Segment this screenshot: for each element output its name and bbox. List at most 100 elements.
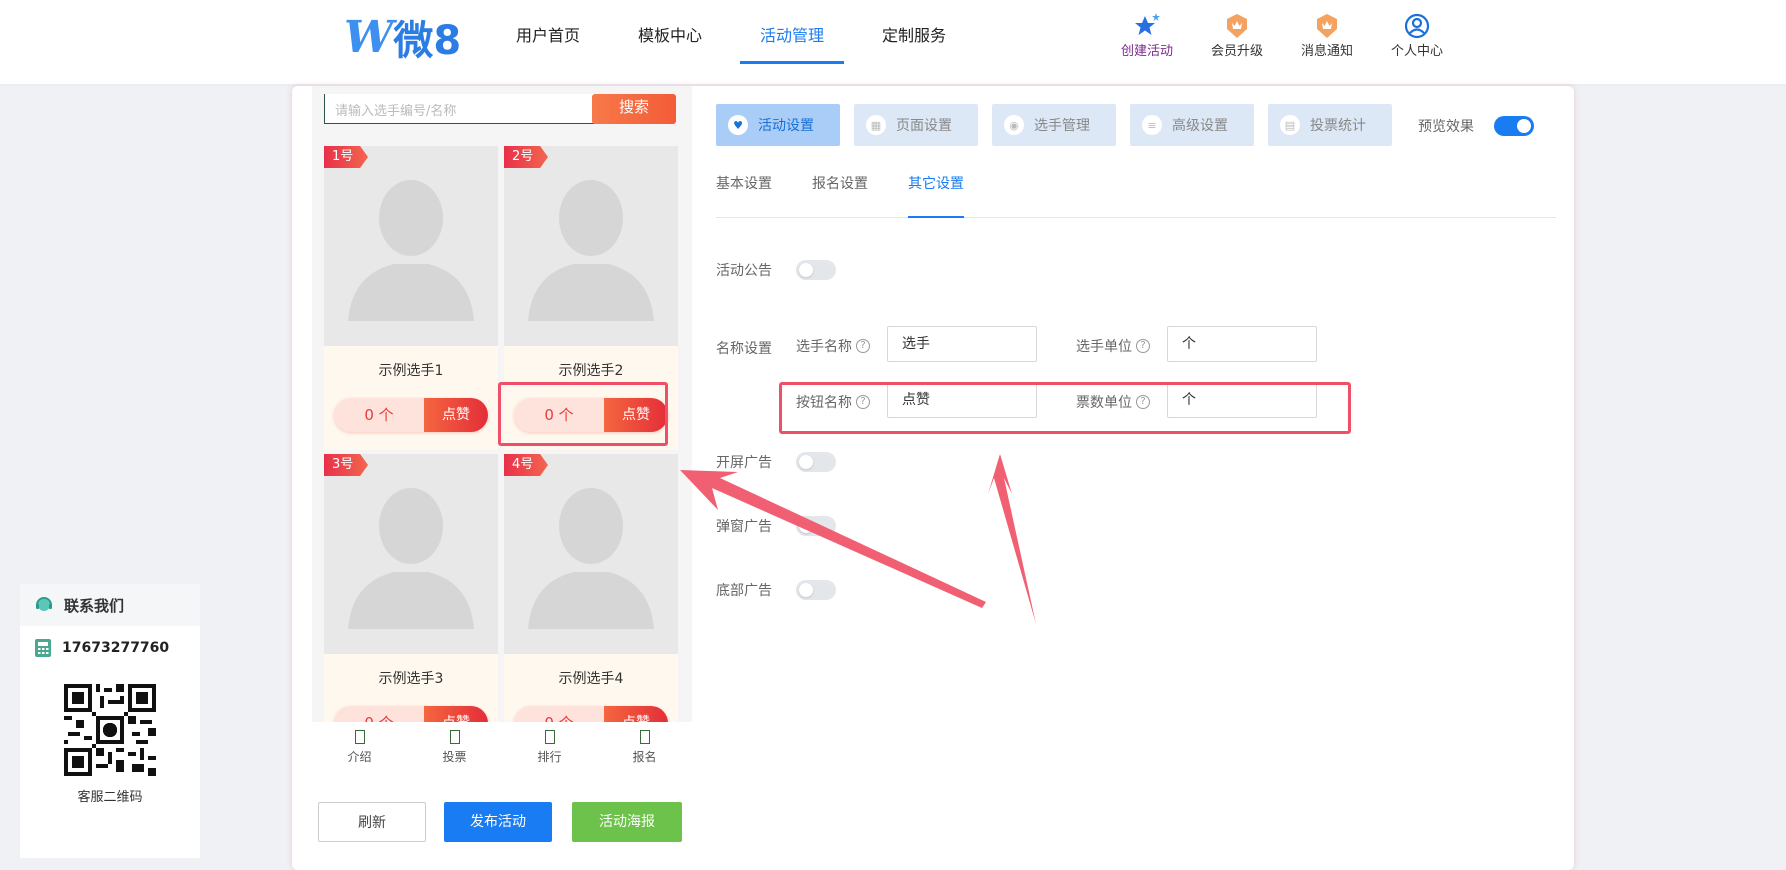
vote-count: 0 个 bbox=[514, 706, 604, 722]
contact-widget: 联系我们 17673277760 客服二维码 bbox=[20, 584, 200, 858]
player-name-input[interactable]: 选手 bbox=[887, 326, 1037, 362]
tab-label: 页面设置 bbox=[896, 118, 952, 134]
announcement-label: 活动公告 bbox=[716, 263, 772, 279]
player-name-label-text: 选手名称 bbox=[796, 339, 852, 355]
subtab-signup[interactable]: 报名设置 bbox=[812, 172, 868, 218]
nav-item-templates[interactable]: 模板中心 bbox=[618, 0, 722, 64]
vote-count: 0 个 bbox=[364, 406, 394, 424]
search-button[interactable]: 搜索 bbox=[592, 94, 676, 124]
user-circle-icon bbox=[1372, 12, 1462, 40]
tab-contestant-management[interactable]: ◉ 选手管理 bbox=[992, 104, 1116, 146]
notifications-label: 消息通知 bbox=[1300, 44, 1353, 59]
tab-label: 活动设置 bbox=[758, 118, 814, 134]
help-icon[interactable]: ? bbox=[856, 339, 870, 353]
help-icon[interactable]: ? bbox=[1136, 339, 1150, 353]
like-button[interactable]: 点赞 bbox=[424, 706, 488, 722]
avatar-placeholder bbox=[324, 454, 498, 654]
contestant-name: 示例选手1 bbox=[378, 363, 444, 379]
profile-button[interactable]: 个人中心 bbox=[1372, 12, 1462, 59]
contestant-card[interactable]: 3号 示例选手3 0 个 点赞 bbox=[324, 454, 498, 722]
tab-advanced-settings[interactable]: ≡ 高级设置 bbox=[1130, 104, 1254, 146]
player-unit-label-text: 选手单位 bbox=[1076, 339, 1132, 355]
bottom-nav-label: 报名 bbox=[632, 750, 657, 764]
contestant-name: 示例选手4 bbox=[558, 671, 624, 687]
top-header: W 微8 用户首页 模板中心 活动管理 定制服务 创建活动 会员升级 消息通知 bbox=[0, 0, 1786, 84]
highlight-box-naming-fields bbox=[779, 382, 1351, 434]
member-upgrade-label: 会员升级 bbox=[1210, 44, 1263, 59]
main-nav: 用户首页 模板中心 活动管理 定制服务 bbox=[496, 0, 984, 84]
logo[interactable]: W 微8 bbox=[344, 12, 461, 65]
contestant-card[interactable]: 4号 示例选手4 0 个 点赞 bbox=[504, 454, 678, 722]
header-actions: 创建活动 会员升级 消息通知 个人中心 bbox=[1102, 12, 1462, 59]
naming-settings-label: 名称设置 bbox=[716, 341, 772, 357]
tab-label: 高级设置 bbox=[1172, 118, 1228, 134]
publish-activity-button[interactable]: 发布活动 bbox=[444, 802, 552, 842]
contestant-name: 示例选手3 bbox=[378, 671, 444, 687]
vote-widget: 0 个 点赞 bbox=[334, 706, 488, 722]
missing-glyph-icon bbox=[544, 730, 555, 744]
avatar-placeholder bbox=[504, 454, 678, 654]
contestant-number-badge: 2号 bbox=[504, 146, 548, 168]
phone-number: 17673277760 bbox=[62, 640, 170, 656]
contestant-number-badge: 1号 bbox=[324, 146, 368, 168]
preview-bottom-nav: 介绍 投票 排行 报名 bbox=[312, 722, 692, 780]
missing-glyph-icon bbox=[639, 730, 650, 744]
settings-subtabs: 基本设置 报名设置 其它设置 bbox=[716, 172, 1556, 218]
like-button[interactable]: 点赞 bbox=[424, 398, 488, 432]
popup-ad-toggle[interactable] bbox=[796, 516, 836, 536]
subtab-basic[interactable]: 基本设置 bbox=[716, 172, 772, 218]
bottom-nav-ranking[interactable]: 排行 bbox=[502, 722, 597, 780]
vote-count: 0 个 bbox=[334, 706, 424, 722]
preview-effect-toggle[interactable] bbox=[1494, 116, 1534, 136]
announcement-toggle[interactable] bbox=[796, 260, 836, 280]
profile-label: 个人中心 bbox=[1390, 44, 1443, 59]
contestant-search-input[interactable]: 请输入选手编号/名称 bbox=[324, 94, 600, 124]
bottom-nav-intro[interactable]: 介绍 bbox=[312, 722, 407, 780]
contestant-card[interactable]: 1号 示例选手1 0 个 点赞 bbox=[324, 146, 498, 450]
sliders-icon: ≡ bbox=[1142, 115, 1162, 135]
bottom-nav-label: 排行 bbox=[537, 750, 562, 764]
contestant-name: 示例选手2 bbox=[558, 363, 624, 379]
contact-title: 联系我们 bbox=[64, 596, 125, 615]
contestant-number-badge: 3号 bbox=[324, 454, 368, 476]
player-unit-input[interactable]: 个 bbox=[1167, 326, 1317, 362]
crown-badge-icon bbox=[1192, 12, 1282, 40]
splash-ad-toggle[interactable] bbox=[796, 452, 836, 472]
activity-poster-button[interactable]: 活动海报 bbox=[572, 802, 682, 842]
qr-label: 客服二维码 bbox=[77, 790, 143, 805]
tab-vote-statistics[interactable]: ▤ 投票统计 bbox=[1268, 104, 1392, 146]
vote-widget: 0 个 点赞 bbox=[514, 706, 668, 722]
bottom-ad-label: 底部广告 bbox=[716, 583, 772, 599]
highlight-box-like-button bbox=[498, 382, 668, 446]
tab-label: 投票统计 bbox=[1310, 118, 1366, 134]
tab-page-settings[interactable]: ▦ 页面设置 bbox=[854, 104, 978, 146]
user-icon: ◉ bbox=[1004, 115, 1024, 135]
logo-mark: W bbox=[344, 11, 393, 63]
nav-item-home[interactable]: 用户首页 bbox=[496, 0, 600, 64]
bottom-nav-signup[interactable]: 报名 bbox=[597, 722, 692, 780]
notifications-button[interactable]: 消息通知 bbox=[1282, 12, 1372, 59]
create-activity-label: 创建活动 bbox=[1120, 44, 1173, 59]
refresh-button[interactable]: 刷新 bbox=[318, 802, 426, 842]
support-agent-icon bbox=[34, 595, 54, 615]
bottom-nav-vote[interactable]: 投票 bbox=[407, 722, 502, 780]
player-unit-label: 选手单位? bbox=[1076, 336, 1150, 356]
avatar-placeholder bbox=[504, 146, 678, 346]
player-name-label: 选手名称? bbox=[796, 336, 870, 356]
bottom-nav-label: 投票 bbox=[442, 750, 467, 764]
bottom-ad-toggle[interactable] bbox=[796, 580, 836, 600]
contestant-number-badge: 4号 bbox=[504, 454, 548, 476]
create-activity-button[interactable]: 创建活动 bbox=[1102, 12, 1192, 59]
like-button[interactable]: 点赞 bbox=[604, 706, 668, 722]
editor-card: 请输入选手编号/名称 搜索 1号 示例选手1 0 个 点赞 2号 示例选手2 0… bbox=[292, 86, 1574, 870]
nav-item-activity-management[interactable]: 活动管理 bbox=[740, 0, 845, 64]
chart-icon: ▤ bbox=[1280, 115, 1300, 135]
tab-activity-settings[interactable]: ♥ 活动设置 bbox=[716, 104, 840, 146]
member-upgrade-button[interactable]: 会员升级 bbox=[1192, 12, 1282, 59]
nav-item-custom-service[interactable]: 定制服务 bbox=[862, 0, 966, 64]
phone-icon bbox=[34, 638, 52, 658]
logo-text: 微8 bbox=[393, 18, 462, 64]
vote-widget: 0 个 点赞 bbox=[334, 398, 488, 432]
popup-ad-label: 弹窗广告 bbox=[716, 519, 772, 535]
subtab-other[interactable]: 其它设置 bbox=[908, 172, 964, 218]
